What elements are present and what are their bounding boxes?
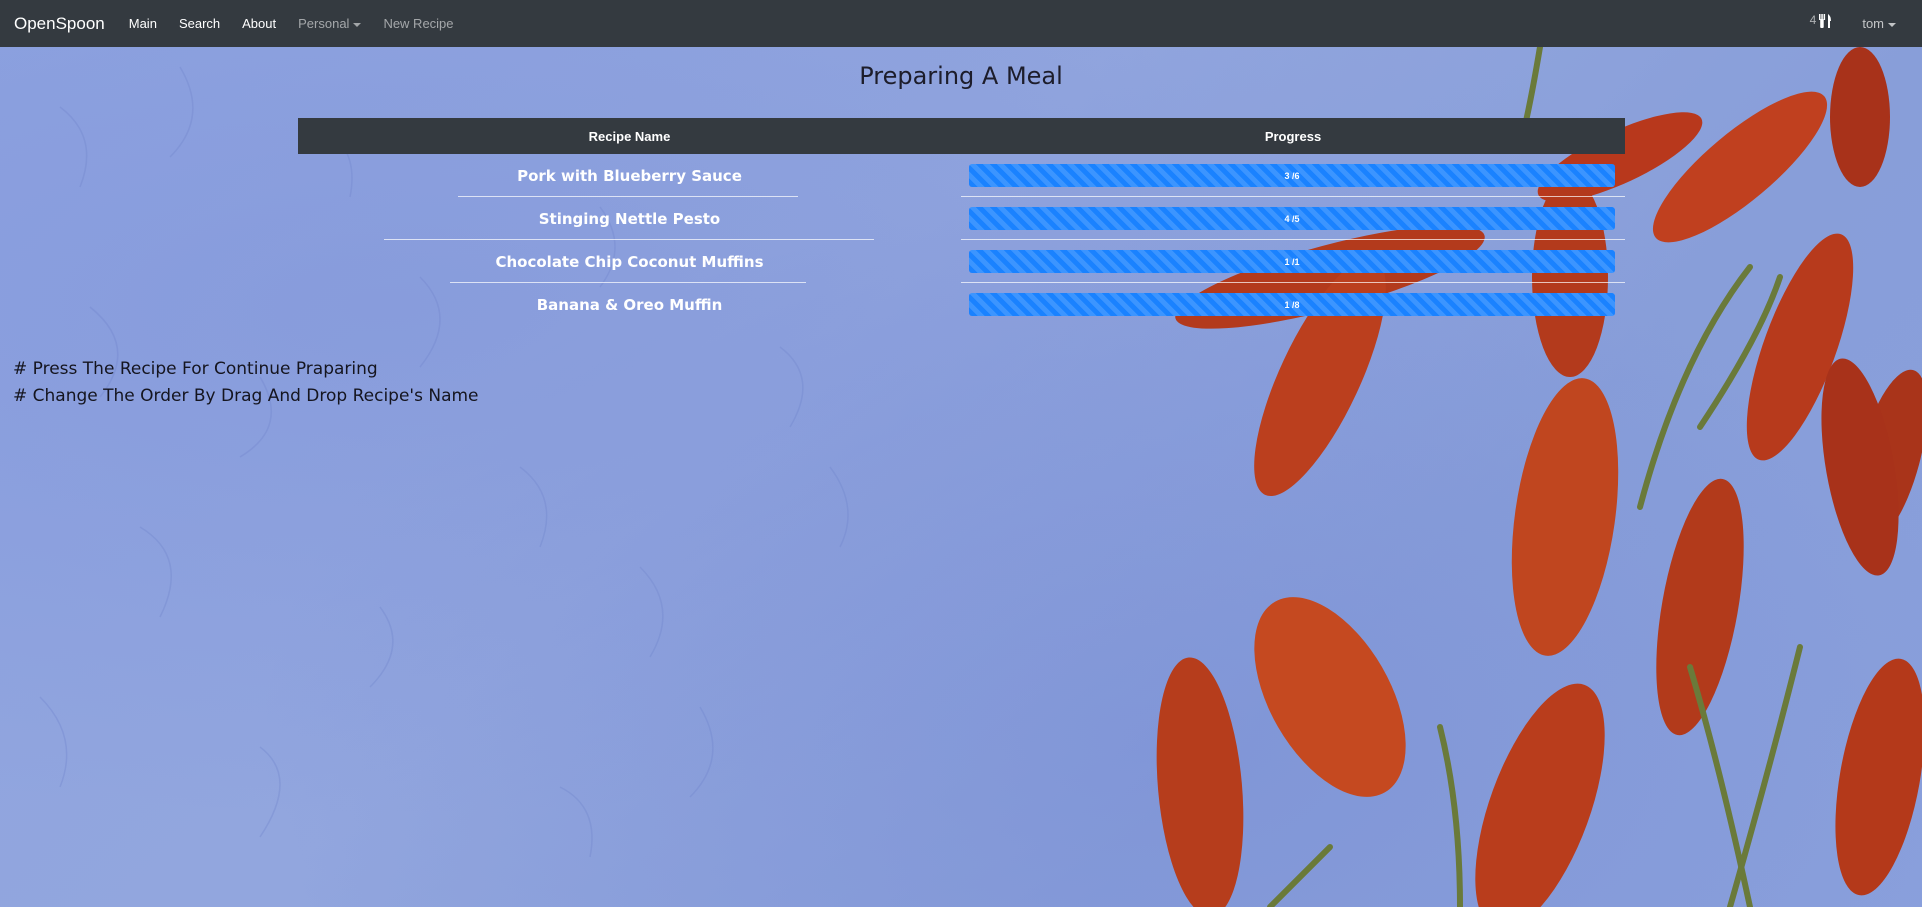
page-title: Preparing A Meal [859,62,1063,90]
table-row[interactable]: Pork with Blueberry Sauce 3 /6 [298,154,1625,197]
recipe-name[interactable]: Pork with Blueberry Sauce [298,154,961,197]
progress-cell: 3 /6 [961,154,1625,197]
recipe-name[interactable]: Stinging Nettle Pesto [298,197,961,240]
chevron-down-icon [1888,22,1896,27]
meal-table: Recipe Name Progress Pork with Blueberry… [298,118,1625,326]
column-header-progress: Progress [1264,128,1322,144]
recipe-name[interactable]: Banana & Oreo Muffin [298,283,961,326]
progress-bar: 1 /8 [969,293,1615,316]
table-header: Recipe Name Progress [298,118,1625,154]
progress-cell: 1 /1 [961,240,1625,283]
user-menu[interactable]: tom [1862,16,1896,31]
nav-personal-dropdown[interactable]: Personal [298,16,362,31]
utensils-icon[interactable] [1818,13,1832,34]
progress-cell: 4 /5 [961,197,1625,240]
recipe-name[interactable]: Chocolate Chip Coconut Muffins [298,240,961,283]
progress-cell: 1 /8 [961,283,1625,326]
table-row[interactable]: Chocolate Chip Coconut Muffins 1 /1 [298,240,1625,283]
nav-personal-label: Personal [298,16,350,31]
progress-bar: 3 /6 [969,164,1615,187]
user-name: tom [1862,16,1884,31]
chevron-down-icon [353,22,362,27]
hint-continue: # Press The Recipe For Continue Praparin… [13,359,378,379]
column-header-recipe-name: Recipe Name [588,128,671,144]
nav-main[interactable]: Main [129,16,157,31]
nav-about[interactable]: About [242,16,276,31]
table-row[interactable]: Banana & Oreo Muffin 1 /8 [298,283,1625,326]
cart-count-badge: 4 [1809,12,1817,27]
nav-search[interactable]: Search [179,16,220,31]
table-row[interactable]: Stinging Nettle Pesto 4 /5 [298,197,1625,240]
progress-bar: 4 /5 [969,207,1615,230]
instructions: # Press The Recipe For Continue Praparin… [13,356,479,410]
hint-reorder: # Change The Order By Drag And Drop Reci… [13,386,479,406]
top-navbar: OpenSpoon Main Search About Personal New… [0,0,1922,47]
brand-logo[interactable]: OpenSpoon [14,14,105,34]
nav-new-recipe[interactable]: New Recipe [383,16,453,31]
progress-bar: 1 /1 [969,250,1615,273]
